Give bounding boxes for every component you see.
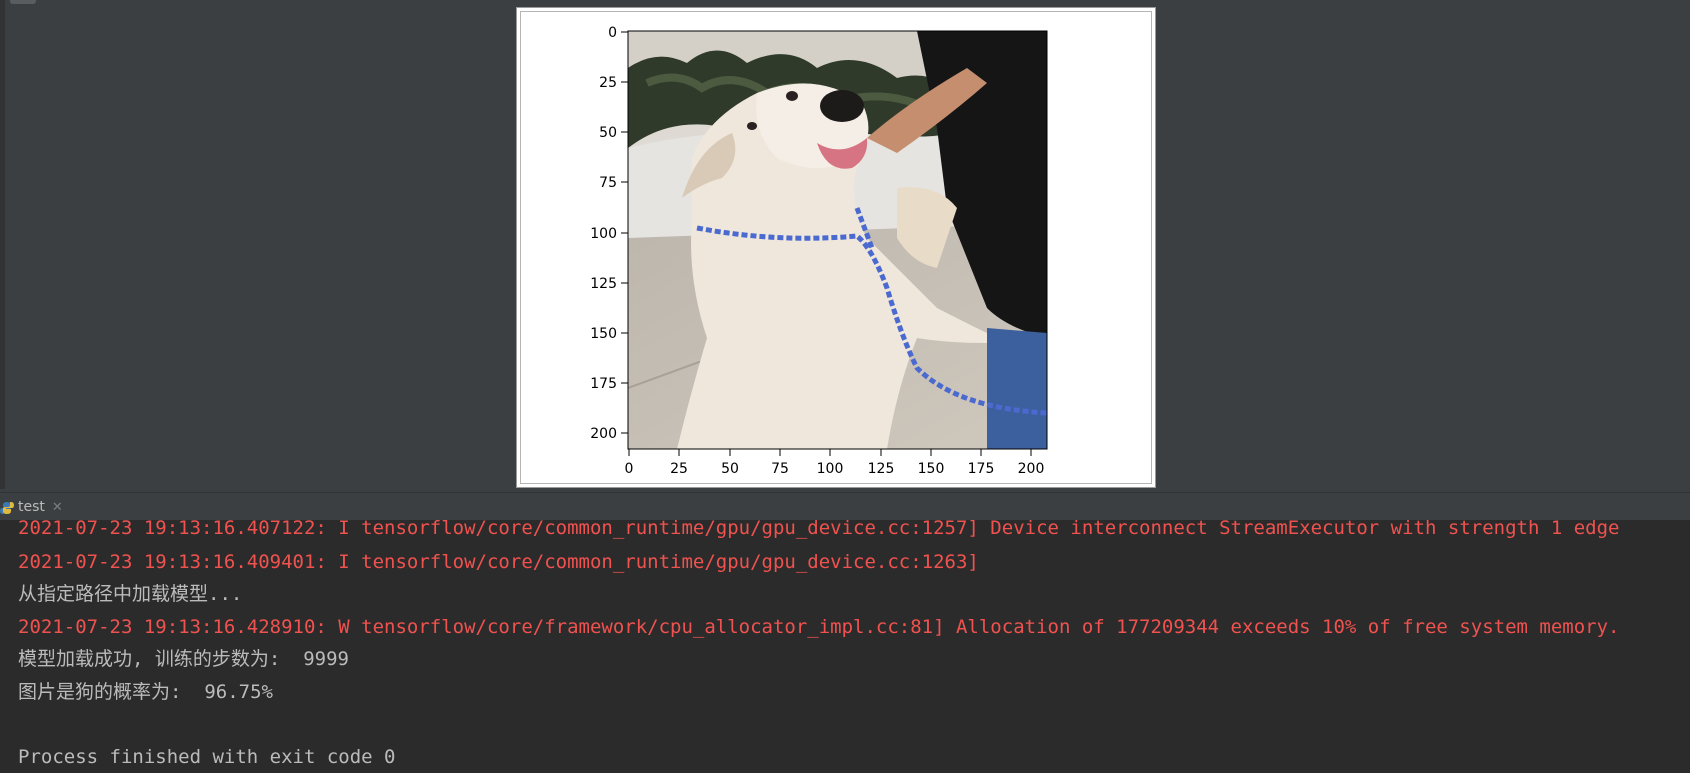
x-tick-label: 75 [771,461,789,477]
console-line: 模型加载成功, 训练的步数为: 9999 [18,648,349,670]
y-tick-label: 0 [608,25,617,41]
tab-label: test [18,499,45,515]
console-line: 2021-07-23 19:13:16.409401: I tensorflow… [18,551,979,573]
console-line: 2021-07-23 19:13:16.407122: I tensorflow… [18,520,1620,539]
y-tick-label: 200 [590,426,617,442]
console-line: Process finished with exit code 0 [18,746,396,768]
y-tick-label: 100 [590,226,617,242]
console-line: 2021-07-23 19:13:16.428910: W tensorflow… [18,616,1620,638]
tab-run-test[interactable]: test ✕ [0,493,71,521]
x-tick-label: 125 [868,461,895,477]
console-line: 图片是狗的概率为: 96.75% [18,681,273,703]
matplotlib-figure: 0 25 50 75 100 125 150 175 200 0 25 50 7… [516,7,1156,488]
left-gutter [0,0,5,489]
y-tick-label: 175 [590,376,617,392]
figure-canvas: 0 25 50 75 100 125 150 175 200 0 25 50 7… [590,25,1048,477]
x-tick-label: 175 [968,461,995,477]
y-tick-label: 50 [599,125,617,141]
close-icon[interactable]: ✕ [52,500,63,515]
dog-photo [628,31,1047,449]
y-tick-label: 25 [599,75,617,91]
x-tick-label: 25 [670,461,688,477]
console-output[interactable]: 2021-07-23 19:13:16.407122: I tensorflow… [0,520,1690,773]
y-tick-label: 150 [590,326,617,342]
console-line: 从指定路径中加载模型... [18,583,243,605]
x-tick-label: 150 [918,461,945,477]
python-icon [0,500,14,514]
plot-viewer: 0 25 50 75 100 125 150 175 200 0 25 50 7… [0,0,1690,489]
toolbar-stub[interactable] [10,0,36,4]
x-tick-label: 100 [817,461,844,477]
x-tick-label: 200 [1018,461,1045,477]
y-tick-label: 75 [599,175,617,191]
x-tick-label: 0 [625,461,634,477]
x-axis: 0 25 50 75 100 125 150 175 200 [625,449,1045,477]
run-tool-window-header: test ✕ [0,492,1690,521]
y-tick-label: 125 [590,276,617,292]
x-tick-label: 50 [721,461,739,477]
y-axis: 0 25 50 75 100 125 150 175 200 [590,25,628,442]
